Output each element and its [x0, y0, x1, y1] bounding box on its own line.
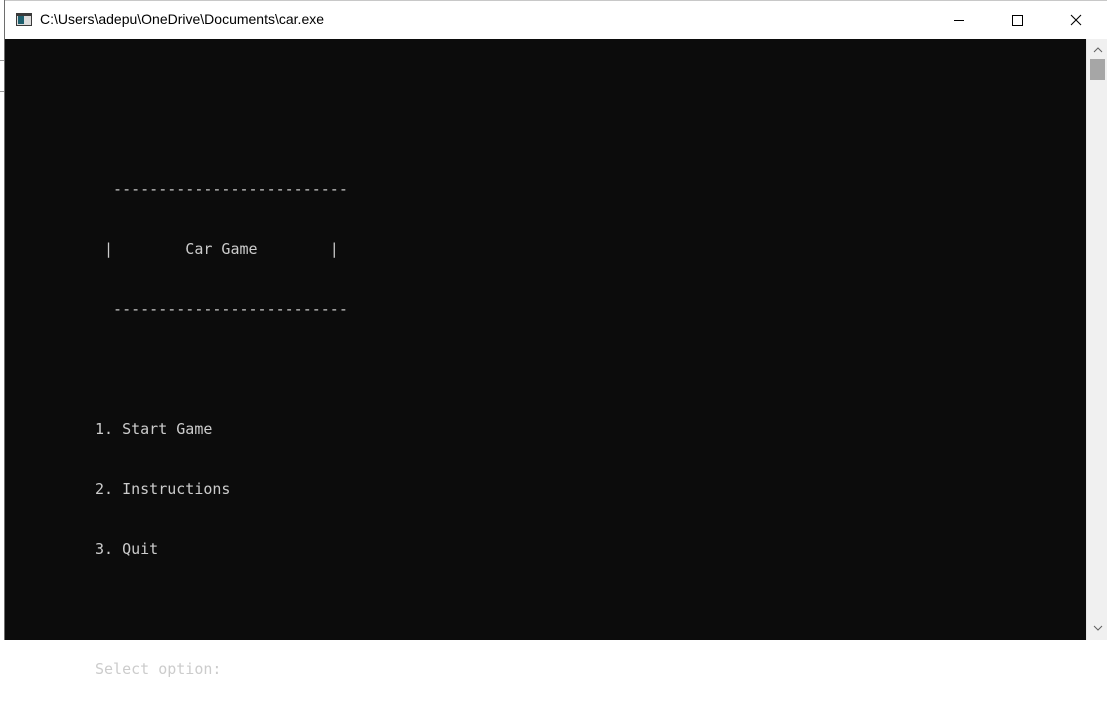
menu-title: | Car Game |	[95, 240, 339, 258]
menu-option-quit: 3. Quit	[95, 540, 159, 558]
window-title: C:\Users\adepu\OneDrive\Documents\car.ex…	[40, 11, 325, 27]
console-text: -------------------------- | Car Game | …	[95, 139, 348, 719]
close-button[interactable]	[1047, 1, 1105, 39]
title-bar[interactable]: C:\Users\adepu\OneDrive\Documents\car.ex…	[5, 0, 1107, 39]
minimize-icon	[954, 20, 964, 21]
chevron-down-icon	[1093, 625, 1102, 631]
menu-border-top: --------------------------	[95, 180, 348, 198]
menu-option-instructions: 2. Instructions	[95, 480, 231, 498]
maximize-icon	[1012, 15, 1023, 26]
close-icon	[1070, 14, 1082, 26]
console-window[interactable]: C:\Users\adepu\OneDrive\Documents\car.ex…	[4, 0, 1107, 678]
scroll-up-button[interactable]	[1087, 41, 1107, 58]
vertical-scrollbar[interactable]	[1086, 39, 1107, 640]
menu-border-bottom: --------------------------	[95, 300, 348, 318]
minimize-button[interactable]	[930, 1, 988, 39]
chevron-up-icon	[1093, 46, 1102, 52]
scroll-down-button[interactable]	[1087, 619, 1107, 636]
console-output-area[interactable]: -------------------------- | Car Game | …	[5, 39, 1086, 678]
select-option-prompt[interactable]: Select option:	[95, 659, 348, 679]
scroll-thumb[interactable]	[1090, 59, 1105, 80]
maximize-button[interactable]	[988, 1, 1046, 39]
menu-option-start-game: 1. Start Game	[95, 420, 213, 438]
console-app-icon[interactable]	[16, 13, 32, 26]
